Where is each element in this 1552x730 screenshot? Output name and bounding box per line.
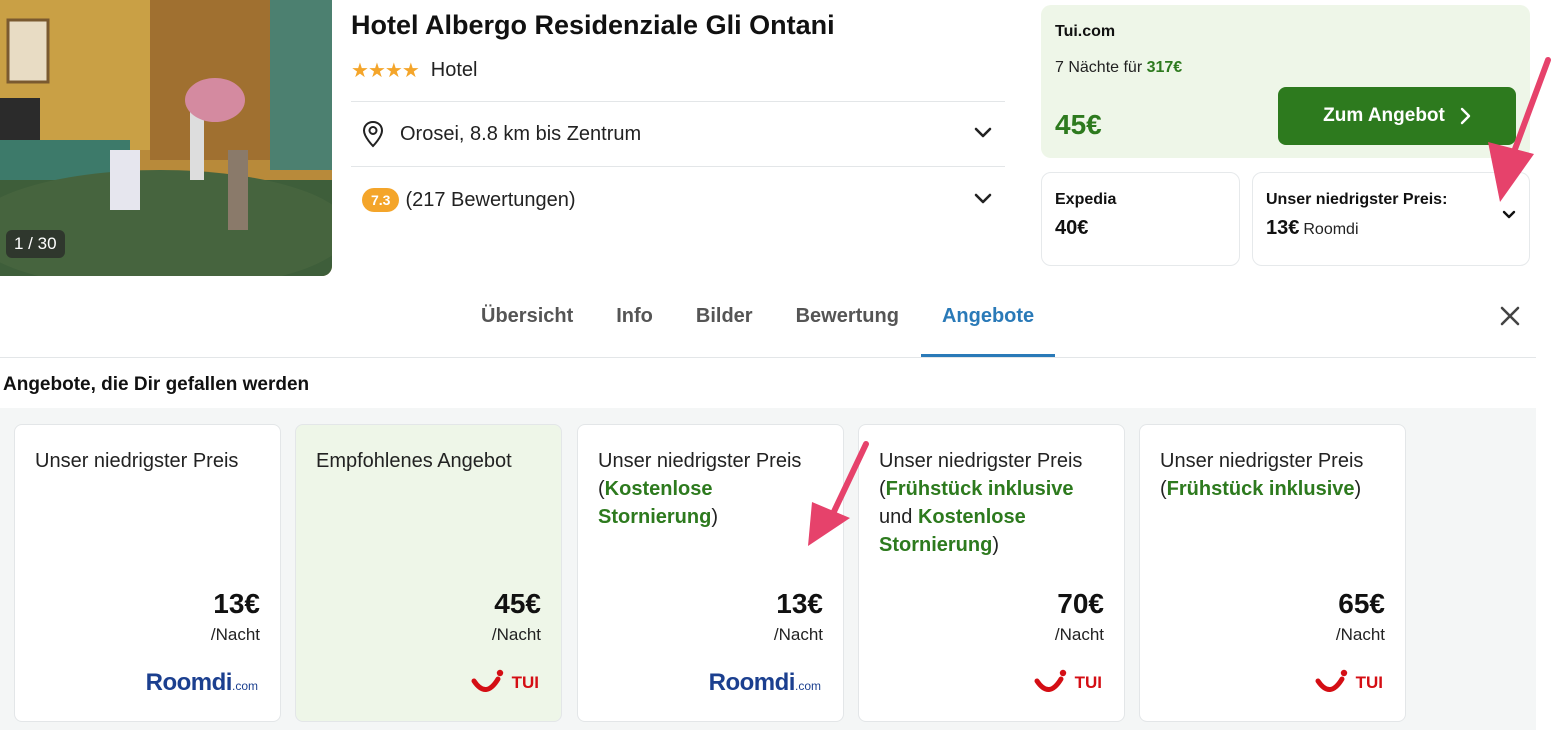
tab-bewertung[interactable]: Bewertung bbox=[787, 305, 908, 357]
expedia-label: Expedia bbox=[1055, 191, 1117, 208]
location-text: Orosei, 8.8 km bis Zentrum bbox=[400, 122, 642, 145]
paren-close: ) bbox=[711, 506, 719, 528]
chevron-down-icon[interactable] bbox=[972, 188, 994, 210]
deal-nights: 7 Nächte für 317€ bbox=[1055, 59, 1182, 77]
paren-open: ( bbox=[598, 478, 605, 500]
rating-badge: 7.3 bbox=[362, 188, 400, 212]
offer-unit: /Nacht bbox=[1335, 625, 1385, 644]
tui-logo: TUI bbox=[470, 667, 539, 699]
offer-heading: Unser niedrigster Preis (Frühstück inklu… bbox=[879, 447, 1110, 559]
paren-open: ( bbox=[1160, 478, 1167, 500]
tui-logo-text: TUI bbox=[511, 673, 539, 692]
offer-heading-main: Unser niedrigster Preis bbox=[1160, 450, 1364, 472]
roomdi-logo: Roomdi.com bbox=[146, 667, 258, 699]
page: 1 / 30 Hotel Albergo Residenziale Gli On… bbox=[0, 0, 1552, 730]
tui-smile-icon bbox=[1315, 669, 1347, 692]
offer-card[interactable]: Unser niedrigster Preis (Frühstück inklu… bbox=[1139, 424, 1406, 722]
deal-price: 45€ bbox=[1055, 109, 1102, 140]
offer-price: 70€ bbox=[1057, 588, 1104, 619]
deal-nights-price: 317€ bbox=[1146, 59, 1183, 76]
roomdi-logo-suffix: .com bbox=[794, 679, 821, 693]
paren-close: ) bbox=[1354, 478, 1362, 500]
offer-card[interactable]: Unser niedrigster Preis 13€ /Nacht Roomd… bbox=[14, 424, 281, 722]
roomdi-logo-text: Roomdi bbox=[708, 669, 796, 696]
offer-unit: /Nacht bbox=[210, 625, 260, 644]
paren-close: ) bbox=[992, 534, 1000, 556]
tui-logo: TUI bbox=[1033, 667, 1102, 699]
divider bbox=[351, 166, 1005, 167]
offer-heading: Unser niedrigster Preis (Kostenlose Stor… bbox=[598, 447, 829, 531]
star-rating: ★★★★ bbox=[351, 58, 420, 83]
offer-price: 13€ bbox=[776, 588, 823, 619]
tab-divider bbox=[0, 357, 1536, 358]
divider bbox=[351, 101, 1005, 102]
offer-heading: Empfohlenes Angebot bbox=[316, 450, 512, 472]
lowest-price-amount: 13€ bbox=[1266, 217, 1300, 239]
expedia-price: 40€ bbox=[1055, 217, 1089, 239]
offer-card[interactable]: Unser niedrigster Preis (Frühstück inklu… bbox=[858, 424, 1125, 722]
location-row[interactable]: Orosei, 8.8 km bis Zentrum bbox=[362, 118, 1002, 150]
tab-bilder[interactable]: Bilder bbox=[687, 305, 762, 357]
close-icon[interactable] bbox=[1497, 303, 1523, 329]
roomdi-logo: Roomdi.com bbox=[709, 667, 821, 699]
annotation-arrow-icon bbox=[808, 441, 869, 546]
offer-heading-highlight: Frühstück inklusive bbox=[1166, 478, 1355, 500]
tui-smile-icon bbox=[471, 669, 503, 692]
location-pin-icon bbox=[362, 120, 384, 148]
offer-heading: Unser niedrigster Preis (Frühstück inklu… bbox=[1160, 447, 1391, 503]
tui-smile-icon bbox=[1034, 669, 1066, 692]
hotel-stars-row: ★★★★ Hotel bbox=[351, 58, 477, 83]
offer-heading-highlight: Kostenlose Stornierung bbox=[598, 478, 713, 528]
annotation-arrow-icon bbox=[1488, 57, 1551, 202]
star-icon: ★ bbox=[351, 60, 369, 82]
tui-logo-text: TUI bbox=[1355, 673, 1383, 692]
lowest-price-source: Roomdi bbox=[1303, 221, 1359, 238]
zum-angebot-label: Zum Angebot bbox=[1323, 105, 1445, 126]
top-deal-box: Tui.com 7 Nächte für 317€ 45€ Zum Angebo… bbox=[1041, 5, 1530, 158]
hotel-title: Hotel Albergo Residenziale Gli Ontani bbox=[351, 10, 835, 40]
star-icon: ★ bbox=[367, 60, 386, 82]
tui-logo: TUI bbox=[1314, 667, 1383, 699]
hotel-type: Hotel bbox=[430, 59, 478, 81]
offer-unit: /Nacht bbox=[491, 625, 541, 644]
tab-uebersicht[interactable]: Übersicht bbox=[472, 305, 582, 357]
offer-price: 65€ bbox=[1338, 588, 1385, 619]
rating-row[interactable]: 7.3 (217 Bewertungen) bbox=[362, 184, 1002, 216]
star-icon: ★ bbox=[384, 60, 403, 82]
offer-card-recommended[interactable]: Empfohlenes Angebot 45€ /Nacht TUI bbox=[295, 424, 562, 722]
image-counter: 1 / 30 bbox=[6, 230, 65, 258]
offer-heading: Unser niedrigster Preis bbox=[35, 450, 239, 472]
tui-logo-text: TUI bbox=[1074, 673, 1102, 692]
offer-heading-main: Unser niedrigster Preis bbox=[598, 450, 802, 472]
offer-heading-highlight: Frühstück inklusive bbox=[885, 478, 1074, 500]
offer-heading-main: Unser niedrigster Preis bbox=[879, 450, 1083, 472]
roomdi-logo-suffix: .com bbox=[231, 679, 258, 693]
chevron-down-icon[interactable] bbox=[972, 122, 994, 144]
hotel-photo[interactable]: 1 / 30 bbox=[0, 0, 332, 276]
lowest-price-value: 13€ Roomdi bbox=[1266, 217, 1359, 240]
offer-price: 45€ bbox=[494, 588, 541, 619]
offer-price: 13€ bbox=[213, 588, 260, 619]
section-heading: Angebote, die Dir gefallen werden bbox=[3, 374, 310, 395]
expedia-offer[interactable]: Expedia 40€ bbox=[1041, 172, 1240, 266]
roomdi-logo-text: Roomdi bbox=[145, 669, 233, 696]
offer-unit: /Nacht bbox=[1054, 625, 1104, 644]
review-count: (217 Bewertungen) bbox=[405, 188, 576, 211]
lowest-price-label: Unser niedrigster Preis: bbox=[1266, 191, 1448, 208]
tab-bar: Übersicht Info Bilder Bewertung Angebote bbox=[472, 305, 1068, 357]
offer-unit: /Nacht bbox=[773, 625, 823, 644]
tab-info[interactable]: Info bbox=[607, 305, 662, 357]
deal-nights-text: 7 Nächte für bbox=[1055, 59, 1143, 76]
tab-angebote[interactable]: Angebote bbox=[920, 305, 1056, 357]
deal-provider: Tui.com bbox=[1055, 23, 1116, 40]
offer-heading-joiner: und bbox=[879, 506, 913, 528]
star-icon: ★ bbox=[401, 60, 420, 82]
paren-open: ( bbox=[879, 478, 886, 500]
